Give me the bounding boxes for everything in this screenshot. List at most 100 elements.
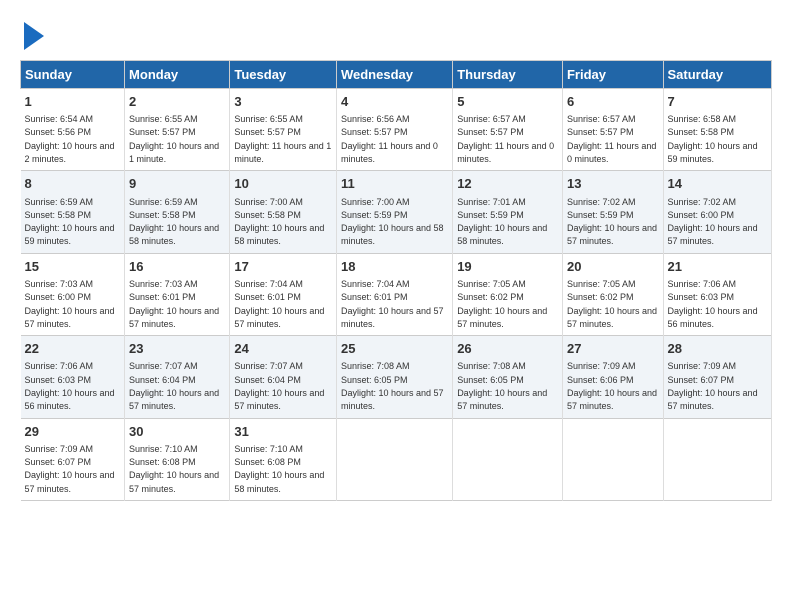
calendar-cell: 18 Sunrise: 7:04 AMSunset: 6:01 PMDayligh… (336, 253, 452, 335)
day-number: 11 (341, 175, 448, 193)
calendar-cell: 22 Sunrise: 7:06 AMSunset: 6:03 PMDayligh… (21, 336, 125, 418)
day-number: 20 (567, 258, 659, 276)
calendar-cell: 4Sunrise: 6:56 AMSunset: 5:57 PMDaylight… (336, 89, 452, 171)
calendar-cell: 26 Sunrise: 7:08 AMSunset: 6:05 PMDayligh… (453, 336, 563, 418)
calendar-cell: 11Sunrise: 7:00 AMSunset: 5:59 PMDayligh… (336, 171, 452, 253)
day-number: 23 (129, 340, 225, 358)
cell-content: Sunrise: 7:07 AMSunset: 6:04 PMDaylight:… (129, 361, 219, 411)
day-number: 29 (25, 423, 121, 441)
cell-content: Sunrise: 6:57 AMSunset: 5:57 PMDaylight:… (567, 114, 656, 164)
calendar-cell (336, 418, 452, 500)
day-number: 17 (234, 258, 332, 276)
day-number: 28 (668, 340, 767, 358)
day-header-thursday: Thursday (453, 61, 563, 89)
calendar-cell: 10 Sunrise: 7:00 AMSunset: 5:58 PMDayligh… (230, 171, 337, 253)
calendar-cell: 29 Sunrise: 7:09 AMSunset: 6:07 PMDayligh… (21, 418, 125, 500)
cell-content: Sunrise: 7:08 AMSunset: 6:05 PMDaylight:… (341, 361, 444, 411)
calendar-cell: 24Sunrise: 7:07 AMSunset: 6:04 PMDayligh… (230, 336, 337, 418)
cell-content: Sunrise: 7:03 AMSunset: 6:01 PMDaylight:… (129, 279, 219, 329)
day-number: 5 (457, 93, 558, 111)
day-number: 21 (668, 258, 767, 276)
cell-content: Sunrise: 7:10 AMSunset: 6:08 PMDaylight:… (234, 444, 324, 494)
calendar-cell: 8 Sunrise: 6:59 AMSunset: 5:58 PMDaylight… (21, 171, 125, 253)
day-number: 19 (457, 258, 558, 276)
week-row-5: 29 Sunrise: 7:09 AMSunset: 6:07 PMDayligh… (21, 418, 772, 500)
calendar-cell: 13 Sunrise: 7:02 AMSunset: 5:59 PMDayligh… (562, 171, 663, 253)
day-number: 8 (25, 175, 121, 193)
cell-content: Sunrise: 6:58 AMSunset: 5:58 PMDaylight:… (668, 114, 758, 164)
week-row-2: 8 Sunrise: 6:59 AMSunset: 5:58 PMDaylight… (21, 171, 772, 253)
calendar-cell: 16 Sunrise: 7:03 AMSunset: 6:01 PMDayligh… (125, 253, 230, 335)
calendar-cell: 23 Sunrise: 7:07 AMSunset: 6:04 PMDayligh… (125, 336, 230, 418)
logo-arrow-icon (24, 22, 44, 50)
week-row-1: 1 Sunrise: 6:54 AMSunset: 5:56 PMDaylight… (21, 89, 772, 171)
calendar-cell: 17 Sunrise: 7:04 AMSunset: 6:01 PMDayligh… (230, 253, 337, 335)
calendar-cell: 21Sunrise: 7:06 AMSunset: 6:03 PMDayligh… (663, 253, 771, 335)
day-number: 13 (567, 175, 659, 193)
cell-content: Sunrise: 7:03 AMSunset: 6:00 PMDaylight:… (25, 279, 115, 329)
cell-content: Sunrise: 7:06 AMSunset: 6:03 PMDaylight:… (25, 361, 115, 411)
day-number: 15 (25, 258, 121, 276)
day-number: 26 (457, 340, 558, 358)
calendar-cell: 2Sunrise: 6:55 AMSunset: 5:57 PMDaylight… (125, 89, 230, 171)
day-number: 9 (129, 175, 225, 193)
day-number: 24 (234, 340, 332, 358)
cell-content: Sunrise: 7:09 AMSunset: 6:07 PMDaylight:… (25, 444, 115, 494)
calendar-cell: 31 Sunrise: 7:10 AMSunset: 6:08 PMDayligh… (230, 418, 337, 500)
cell-content: Sunrise: 6:56 AMSunset: 5:57 PMDaylight:… (341, 114, 438, 164)
day-header-tuesday: Tuesday (230, 61, 337, 89)
page-header (20, 20, 772, 50)
week-row-3: 15 Sunrise: 7:03 AMSunset: 6:00 PMDayligh… (21, 253, 772, 335)
day-header-monday: Monday (125, 61, 230, 89)
calendar-header-row: SundayMondayTuesdayWednesdayThursdayFrid… (21, 61, 772, 89)
day-number: 25 (341, 340, 448, 358)
calendar-cell: 27 Sunrise: 7:09 AMSunset: 6:06 PMDayligh… (562, 336, 663, 418)
calendar-cell: 14 Sunrise: 7:02 AMSunset: 6:00 PMDayligh… (663, 171, 771, 253)
cell-content: Sunrise: 7:02 AMSunset: 5:59 PMDaylight:… (567, 197, 657, 247)
cell-content: Sunrise: 6:59 AMSunset: 5:58 PMDaylight:… (129, 197, 219, 247)
logo (20, 20, 44, 50)
calendar-cell: 20Sunrise: 7:05 AMSunset: 6:02 PMDayligh… (562, 253, 663, 335)
day-number: 27 (567, 340, 659, 358)
day-header-saturday: Saturday (663, 61, 771, 89)
cell-content: Sunrise: 7:04 AMSunset: 6:01 PMDaylight:… (341, 279, 444, 329)
day-number: 12 (457, 175, 558, 193)
day-number: 22 (25, 340, 121, 358)
day-header-friday: Friday (562, 61, 663, 89)
cell-content: Sunrise: 6:55 AMSunset: 5:57 PMDaylight:… (234, 114, 331, 164)
calendar-cell: 5 Sunrise: 6:57 AMSunset: 5:57 PMDaylight… (453, 89, 563, 171)
day-number: 16 (129, 258, 225, 276)
day-number: 30 (129, 423, 225, 441)
week-row-4: 22 Sunrise: 7:06 AMSunset: 6:03 PMDayligh… (21, 336, 772, 418)
calendar-cell: 25 Sunrise: 7:08 AMSunset: 6:05 PMDayligh… (336, 336, 452, 418)
cell-content: Sunrise: 6:57 AMSunset: 5:57 PMDaylight:… (457, 114, 554, 164)
cell-content: Sunrise: 7:10 AMSunset: 6:08 PMDaylight:… (129, 444, 219, 494)
day-number: 1 (25, 93, 121, 111)
calendar-cell (663, 418, 771, 500)
cell-content: Sunrise: 7:04 AMSunset: 6:01 PMDaylight:… (234, 279, 324, 329)
cell-content: Sunrise: 7:02 AMSunset: 6:00 PMDaylight:… (668, 197, 758, 247)
calendar-cell: 7 Sunrise: 6:58 AMSunset: 5:58 PMDaylight… (663, 89, 771, 171)
cell-content: Sunrise: 7:08 AMSunset: 6:05 PMDaylight:… (457, 361, 547, 411)
day-number: 31 (234, 423, 332, 441)
calendar-table: SundayMondayTuesdayWednesdayThursdayFrid… (20, 60, 772, 501)
cell-content: Sunrise: 6:54 AMSunset: 5:56 PMDaylight:… (25, 114, 115, 164)
calendar-cell: 1 Sunrise: 6:54 AMSunset: 5:56 PMDaylight… (21, 89, 125, 171)
day-number: 14 (668, 175, 767, 193)
cell-content: Sunrise: 7:05 AMSunset: 6:02 PMDaylight:… (457, 279, 547, 329)
cell-content: Sunrise: 7:09 AMSunset: 6:06 PMDaylight:… (567, 361, 657, 411)
day-number: 6 (567, 93, 659, 111)
day-header-sunday: Sunday (21, 61, 125, 89)
cell-content: Sunrise: 7:09 AMSunset: 6:07 PMDaylight:… (668, 361, 758, 411)
day-number: 10 (234, 175, 332, 193)
calendar-cell (453, 418, 563, 500)
day-number: 2 (129, 93, 225, 111)
day-number: 18 (341, 258, 448, 276)
cell-content: Sunrise: 7:00 AMSunset: 5:58 PMDaylight:… (234, 197, 324, 247)
day-header-wednesday: Wednesday (336, 61, 452, 89)
day-number: 3 (234, 93, 332, 111)
cell-content: Sunrise: 6:59 AMSunset: 5:58 PMDaylight:… (25, 197, 115, 247)
day-number: 7 (668, 93, 767, 111)
calendar-cell: 6 Sunrise: 6:57 AMSunset: 5:57 PMDaylight… (562, 89, 663, 171)
cell-content: Sunrise: 7:01 AMSunset: 5:59 PMDaylight:… (457, 197, 547, 247)
